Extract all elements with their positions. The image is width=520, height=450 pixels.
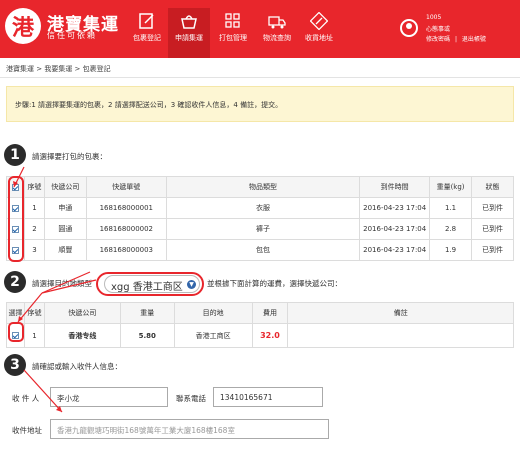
column-header: 重量(kg) bbox=[429, 176, 473, 198]
company-cell: 申通 bbox=[43, 197, 87, 219]
status-cell: 已到件 bbox=[471, 197, 514, 219]
nav-package-register[interactable]: 包裹登記 bbox=[126, 10, 168, 54]
type-cell: 包包 bbox=[165, 239, 361, 261]
table-header-row: 選擇 序號 快遞公司 重量 目的地 費用 備註 bbox=[6, 302, 514, 324]
step-1-badge: 1 bbox=[4, 144, 26, 166]
phone-input[interactable]: 13410165671 bbox=[213, 387, 323, 407]
column-header: 序號 bbox=[23, 176, 45, 198]
logout-link[interactable]: 退出帳號 bbox=[462, 36, 486, 43]
breadcrumb: 港寶集運 > 我要集運 > 包裹登記 bbox=[6, 65, 111, 73]
basket-icon bbox=[181, 15, 197, 29]
seq-cell: 2 bbox=[23, 218, 45, 240]
nav-label: 收貨地址 bbox=[305, 34, 333, 42]
address-icon bbox=[310, 12, 328, 30]
edit-icon bbox=[139, 13, 154, 29]
table-row[interactable]: 1 香港专线 5.80 香港工商区 32.0 bbox=[6, 323, 514, 348]
weight-cell: 1.9 bbox=[429, 239, 473, 261]
time-cell: 2016-04-23 17:04 bbox=[359, 239, 431, 261]
status-cell: 已到件 bbox=[471, 239, 514, 261]
weight-cell: 2.8 bbox=[429, 218, 473, 240]
step-3-badge: 3 bbox=[4, 354, 26, 376]
column-header: 快遞公司 bbox=[43, 302, 121, 324]
select-highlight bbox=[96, 272, 204, 296]
table-row[interactable]: 3 順豐 168168000003 包包 2016-04-23 17:04 1.… bbox=[6, 239, 514, 261]
seq-cell: 1 bbox=[23, 197, 45, 219]
steps-notice: 步驟:1 請選擇要集運的包裹，2 請選擇配送公司，3 確認收件人信息，4 備註，… bbox=[6, 86, 514, 122]
company-cell: 順豐 bbox=[43, 239, 87, 261]
time-cell: 2016-04-23 17:04 bbox=[359, 218, 431, 240]
company-cell: 圓通 bbox=[43, 218, 87, 240]
phone-label: 聯系電話 bbox=[176, 394, 206, 403]
column-header: 快遞公司 bbox=[43, 176, 87, 198]
tracking-cell: 168168000001 bbox=[85, 197, 167, 219]
seq-cell: 1 bbox=[23, 323, 45, 348]
truck-icon bbox=[268, 16, 286, 29]
user-id: 1005 bbox=[426, 14, 442, 21]
column-header: 重量 bbox=[119, 302, 175, 324]
nav-pack-management[interactable]: 打包管理 bbox=[212, 10, 254, 54]
nav-apply-consolidation[interactable]: 申請集運 bbox=[168, 8, 210, 58]
time-cell: 2016-04-23 17:04 bbox=[359, 197, 431, 219]
column-header: 到件時間 bbox=[359, 176, 431, 198]
destination-cell: 香港工商区 bbox=[173, 323, 253, 348]
checkbox-highlight bbox=[8, 176, 24, 262]
courier-table: 選擇 序號 快遞公司 重量 目的地 費用 備註 1 香港专线 5.80 香港工商… bbox=[6, 302, 514, 348]
nav-shipping-address[interactable]: 收貨地址 bbox=[298, 10, 340, 54]
type-cell: 褲子 bbox=[165, 218, 361, 240]
nav-label: 打包管理 bbox=[219, 34, 247, 42]
column-header: 目的地 bbox=[173, 302, 253, 324]
weight-cell: 5.80 bbox=[119, 323, 175, 348]
logo-glyph: 港 bbox=[11, 16, 34, 41]
nav-label: 包裹登記 bbox=[133, 34, 161, 42]
change-password-link[interactable]: 修改密碼 bbox=[426, 36, 450, 43]
step-2-title-prefix: 請選擇目的地類型 bbox=[32, 279, 92, 288]
weight-cell: 1.1 bbox=[429, 197, 473, 219]
table-row[interactable]: 1 申通 168168000001 衣服 2016-04-23 17:04 1.… bbox=[6, 197, 514, 219]
column-header: 狀態 bbox=[471, 176, 514, 198]
grid-icon bbox=[225, 13, 240, 28]
tracking-cell: 168168000002 bbox=[85, 218, 167, 240]
breadcrumb-divider bbox=[0, 77, 520, 78]
tracking-cell: 168168000003 bbox=[85, 239, 167, 261]
nav-logistics-query[interactable]: 物流查詢 bbox=[256, 10, 298, 54]
address-label: 收件地址 bbox=[12, 426, 42, 435]
step-3-title: 請確認或輸入收件人信息： bbox=[32, 362, 122, 371]
column-header: 序號 bbox=[23, 302, 45, 324]
logo-subtitle: 信任可依賴 bbox=[47, 31, 97, 40]
nav-label: 物流查詢 bbox=[263, 34, 291, 42]
nav-label: 申請集運 bbox=[175, 34, 203, 42]
column-header: 備註 bbox=[287, 302, 514, 324]
link-separator: | bbox=[454, 36, 457, 43]
column-header: 選擇 bbox=[6, 302, 25, 324]
courier-highlight bbox=[8, 322, 24, 342]
fee-cell: 32.0 bbox=[251, 323, 289, 348]
status-cell: 已到件 bbox=[471, 218, 514, 240]
column-header: 費用 bbox=[251, 302, 289, 324]
logo-icon[interactable]: 港 bbox=[5, 8, 41, 44]
note-cell bbox=[287, 323, 514, 348]
recipient-label: 收 件 人 bbox=[12, 394, 40, 403]
step-2-badge: 2 bbox=[4, 271, 26, 293]
step-2-title-suffix: 並根據下面計算的運費，選擇快遞公司： bbox=[207, 279, 342, 288]
table-row[interactable]: 2 圓通 168168000002 褲子 2016-04-23 17:04 2.… bbox=[6, 218, 514, 240]
recipient-input[interactable]: 李小龙 bbox=[50, 387, 168, 407]
address-input[interactable]: 香港九龍觀塘巧明街168號萬年工業大廈168樓168室 bbox=[50, 419, 329, 439]
package-table: 序號 快遞公司 快遞單號 物品類型 到件時間 重量(kg) 狀態 1 申通 16… bbox=[6, 176, 514, 261]
top-header: 港 港寶集運 信任可依賴 包裹登記 申請集運 打包管理 物流查詢 收貨地址 10… bbox=[0, 0, 520, 58]
company-cell: 香港专线 bbox=[43, 323, 121, 348]
user-name: 心態事或 bbox=[426, 26, 451, 33]
column-header: 快遞單號 bbox=[85, 176, 167, 198]
table-header-row: 序號 快遞公司 快遞單號 物品類型 到件時間 重量(kg) 狀態 bbox=[6, 176, 514, 198]
seq-cell: 3 bbox=[23, 239, 45, 261]
user-avatar-icon[interactable] bbox=[400, 19, 418, 37]
type-cell: 衣服 bbox=[165, 197, 361, 219]
step-1-title: 請選擇要打包的包裹： bbox=[32, 152, 107, 161]
column-header: 物品類型 bbox=[165, 176, 361, 198]
